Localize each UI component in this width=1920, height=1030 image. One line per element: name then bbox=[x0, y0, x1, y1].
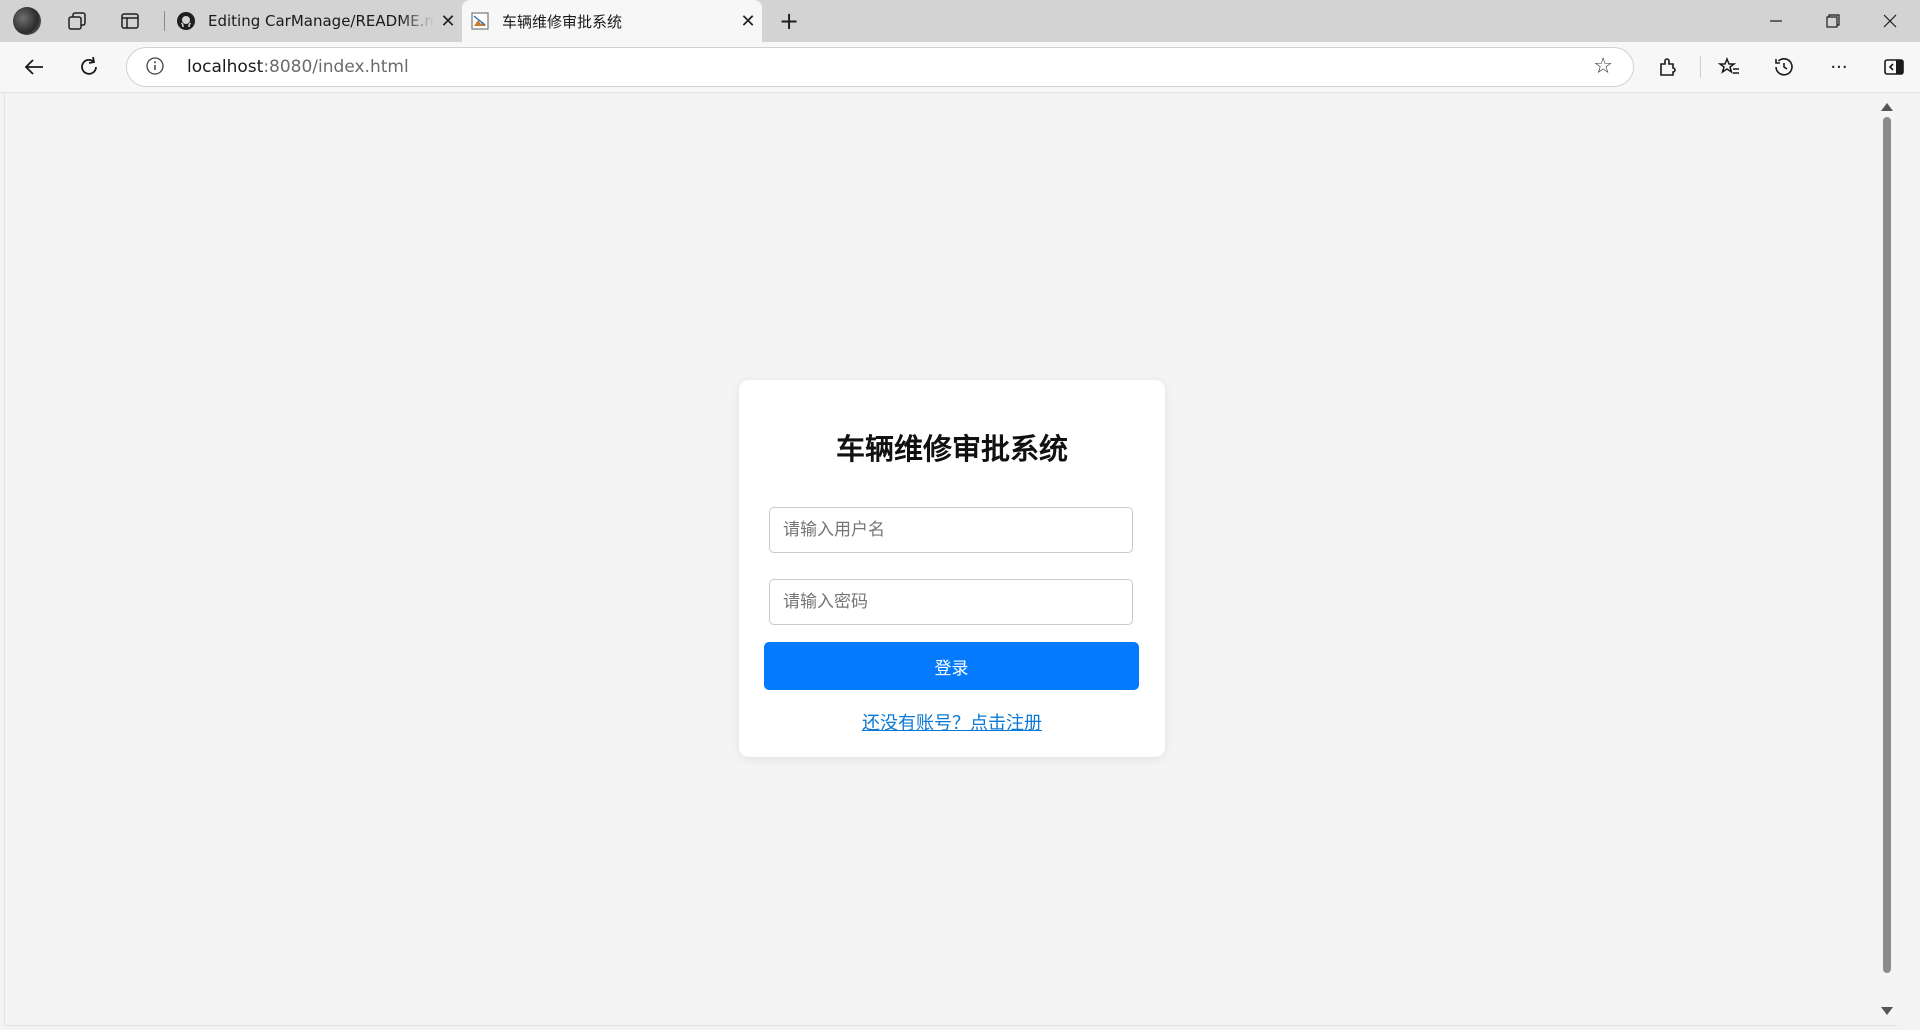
tab-title: Editing CarManage/README.md bbox=[208, 12, 434, 30]
history-icon[interactable] bbox=[1768, 51, 1800, 83]
vertical-tabs-icon[interactable] bbox=[116, 7, 144, 35]
tab-separator bbox=[164, 11, 165, 31]
register-link[interactable]: 还没有账号？点击注册 bbox=[739, 709, 1165, 735]
minimize-icon[interactable] bbox=[1748, 0, 1804, 42]
tab-strip: Editing CarManage/README.md ✕ 车辆维修审批系统 ✕… bbox=[0, 0, 1920, 42]
back-icon[interactable] bbox=[18, 51, 50, 83]
tab-login[interactable]: 车辆维修审批系统 ✕ bbox=[462, 0, 762, 42]
address-bar[interactable]: localhost:8080/index.html ☆ bbox=[126, 47, 1634, 87]
refresh-icon[interactable] bbox=[73, 51, 105, 83]
url-text: localhost:8080/index.html bbox=[187, 57, 409, 77]
favorite-star-icon[interactable]: ☆ bbox=[1593, 54, 1613, 79]
url-path: :8080/index.html bbox=[263, 57, 409, 77]
vertical-scrollbar[interactable] bbox=[1877, 93, 1897, 1025]
sidebar-toggle-icon[interactable] bbox=[1878, 51, 1910, 83]
new-tab-icon[interactable]: + bbox=[775, 7, 803, 35]
extensions-icon[interactable] bbox=[1652, 51, 1684, 83]
page-viewport: 车辆维修审批系统 登录 还没有账号？点击注册 bbox=[4, 93, 1897, 1026]
tab-readme[interactable]: Editing CarManage/README.md ✕ bbox=[168, 0, 462, 42]
tab-title: 车辆维修审批系统 bbox=[502, 12, 623, 31]
scroll-down-arrow-icon[interactable] bbox=[1881, 1007, 1893, 1015]
scroll-up-arrow-icon[interactable] bbox=[1881, 103, 1893, 111]
login-button[interactable]: 登录 bbox=[764, 642, 1139, 690]
workspaces-icon[interactable] bbox=[63, 7, 91, 35]
close-tab-icon[interactable]: ✕ bbox=[434, 11, 462, 32]
restore-icon[interactable] bbox=[1805, 0, 1861, 42]
close-tab-icon[interactable]: ✕ bbox=[734, 11, 762, 32]
favorites-icon[interactable] bbox=[1713, 51, 1745, 83]
toolbar-divider bbox=[1700, 56, 1701, 78]
username-input[interactable] bbox=[769, 507, 1133, 553]
browser-toolbar: localhost:8080/index.html ☆ ··· bbox=[0, 42, 1920, 93]
site-info-icon[interactable] bbox=[145, 56, 165, 76]
login-card: 车辆维修审批系统 登录 还没有账号？点击注册 bbox=[739, 380, 1165, 757]
broken-image-icon bbox=[470, 11, 490, 31]
url-host: localhost bbox=[187, 57, 264, 77]
page-title: 车辆维修审批系统 bbox=[835, 432, 1068, 466]
github-icon bbox=[176, 11, 196, 31]
password-input[interactable] bbox=[769, 579, 1133, 625]
scroll-thumb[interactable] bbox=[1883, 117, 1891, 973]
more-options-icon[interactable]: ··· bbox=[1823, 51, 1855, 83]
profile-avatar[interactable] bbox=[13, 7, 41, 35]
close-window-icon[interactable] bbox=[1862, 0, 1918, 42]
